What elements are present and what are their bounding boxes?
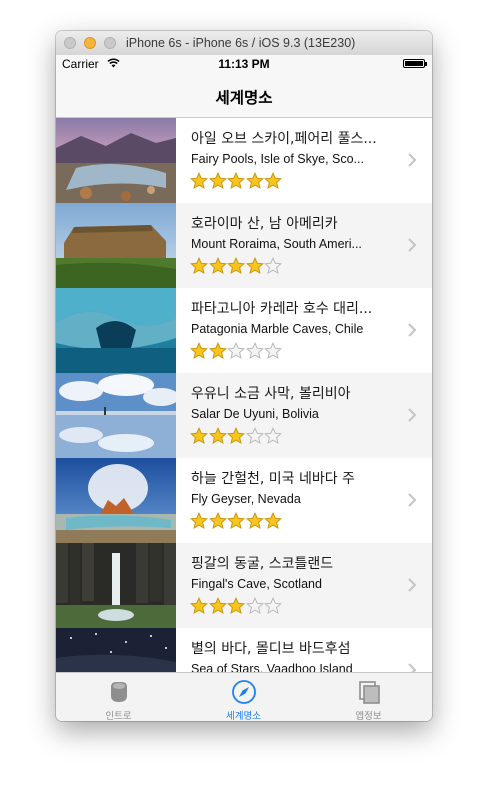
star-filled-icon bbox=[264, 172, 282, 190]
place-title: 아일 오브 스카이,페어리 풀스... bbox=[191, 131, 377, 147]
sea-of-stars-photo bbox=[56, 628, 176, 672]
star-filled-icon bbox=[208, 172, 227, 190]
compass-icon bbox=[232, 680, 256, 704]
list-item[interactable]: 아일 오브 스카이,페어리 풀스... Fairy Pools, Isle of… bbox=[56, 118, 432, 203]
star-filled-icon bbox=[227, 257, 245, 275]
tab-label: 앱정보 bbox=[355, 711, 382, 721]
place-subtitle: Fly Geyser, Nevada bbox=[191, 492, 301, 506]
star-filled-icon bbox=[208, 257, 227, 275]
star-filled-icon bbox=[245, 172, 264, 190]
place-title: 핑갈의 동굴, 스코틀랜드 bbox=[191, 556, 334, 572]
star-empty-icon bbox=[264, 257, 282, 275]
close-window-button[interactable] bbox=[64, 37, 76, 49]
star-filled-icon bbox=[227, 597, 245, 615]
star-filled-icon bbox=[190, 257, 208, 275]
mount-roraima-photo bbox=[56, 203, 176, 288]
window-title: iPhone 6s - iPhone 6s / iOS 9.3 (13E230) bbox=[126, 36, 356, 50]
place-title: 우유니 소금 사막, 볼리비아 bbox=[191, 386, 351, 402]
star-filled-icon bbox=[208, 512, 227, 530]
intro-icon bbox=[111, 682, 127, 702]
star-filled-icon bbox=[208, 427, 227, 445]
fly-geyser-photo bbox=[56, 458, 176, 543]
star-filled-icon bbox=[227, 427, 245, 445]
marble-caves-photo bbox=[56, 288, 176, 373]
star-filled-icon bbox=[227, 512, 245, 530]
star-filled-icon bbox=[190, 342, 208, 360]
nav-title: 세계명소 bbox=[215, 89, 273, 107]
chevron-right-icon bbox=[408, 663, 417, 672]
status-time: 11:13 PM bbox=[218, 57, 270, 71]
star-filled-icon bbox=[190, 172, 208, 190]
star-filled-icon bbox=[190, 512, 208, 530]
list-item[interactable]: 하늘 간헐천, 미국 네바다 주 Fly Geyser, Nevada bbox=[56, 458, 432, 543]
star-empty-icon bbox=[264, 342, 282, 360]
chevron-right-icon bbox=[408, 493, 417, 507]
star-empty-icon bbox=[245, 427, 264, 445]
star-empty-icon bbox=[264, 427, 282, 445]
place-title: 파타고니아 카레라 호수 대리... bbox=[191, 301, 373, 317]
star-empty-icon bbox=[264, 597, 282, 615]
star-filled-icon bbox=[190, 427, 208, 445]
place-subtitle: Fairy Pools, Isle of Skye, Sco... bbox=[191, 152, 364, 166]
list-item[interactable]: 호라이마 산, 남 아메리카 Mount Roraima, South Amer… bbox=[56, 203, 432, 288]
tab-bar: 인트로 세계명소 앱정보 bbox=[56, 672, 432, 721]
place-title: 별의 바다, 몰디브 바드후섬 bbox=[191, 641, 351, 657]
list-item[interactable]: 우유니 소금 사막, 볼리비아 Salar De Uyuni, Bolivia bbox=[56, 373, 432, 458]
fingals-cave-photo bbox=[56, 543, 176, 628]
zoom-window-button[interactable] bbox=[104, 37, 116, 49]
star-empty-icon bbox=[245, 342, 264, 360]
chevron-right-icon bbox=[408, 578, 417, 592]
star-filled-icon bbox=[245, 512, 264, 530]
status-bar: Carrier 11:13 PM bbox=[56, 55, 432, 73]
star-filled-icon bbox=[245, 257, 264, 275]
star-filled-icon bbox=[264, 512, 282, 530]
star-filled-icon bbox=[208, 597, 227, 615]
place-subtitle: Fingal's Cave, Scotland bbox=[191, 577, 322, 591]
salar-de-uyuni-photo bbox=[56, 373, 176, 458]
place-title: 호라이마 산, 남 아메리카 bbox=[191, 216, 338, 232]
window-titlebar: iPhone 6s - iPhone 6s / iOS 9.3 (13E230) bbox=[56, 31, 432, 56]
chevron-right-icon bbox=[408, 323, 417, 337]
place-subtitle: Patagonia Marble Caves, Chile bbox=[191, 322, 364, 336]
places-list[interactable]: 아일 오브 스카이,페어리 풀스... Fairy Pools, Isle of… bbox=[56, 118, 432, 672]
star-filled-icon bbox=[190, 597, 208, 615]
tab-label: 인트로 bbox=[105, 711, 132, 721]
list-item[interactable]: 파타고니아 카레라 호수 대리... Patagonia Marble Cave… bbox=[56, 288, 432, 373]
chevron-right-icon bbox=[408, 153, 417, 167]
list-item[interactable]: 핑갈의 동굴, 스코틀랜드 Fingal's Cave, Scotland bbox=[56, 543, 432, 628]
minimize-window-button[interactable] bbox=[84, 37, 96, 49]
simulator-window: iPhone 6s - iPhone 6s / iOS 9.3 (13E230)… bbox=[56, 31, 432, 721]
tab-label: 세계명소 bbox=[226, 711, 261, 721]
tab-app-info[interactable]: 앱정보 bbox=[306, 673, 431, 721]
place-subtitle: Mount Roraima, South Ameri... bbox=[191, 237, 362, 251]
tab-intro[interactable]: 인트로 bbox=[56, 673, 181, 721]
star-empty-icon bbox=[227, 342, 245, 360]
list-item[interactable]: 별의 바다, 몰디브 바드후섬 Sea of Stars, Vaadhoo Is… bbox=[56, 628, 432, 672]
chevron-right-icon bbox=[408, 238, 417, 252]
battery-icon bbox=[403, 59, 427, 68]
star-empty-icon bbox=[245, 597, 264, 615]
chevron-right-icon bbox=[408, 408, 417, 422]
app-info-icon bbox=[359, 681, 380, 704]
star-filled-icon bbox=[227, 172, 245, 190]
place-title: 하늘 간헐천, 미국 네바다 주 bbox=[191, 471, 355, 487]
tab-places[interactable]: 세계명소 bbox=[181, 673, 306, 721]
place-subtitle: Salar De Uyuni, Bolivia bbox=[191, 407, 319, 421]
place-subtitle: Sea of Stars, Vaadhoo Island bbox=[191, 662, 353, 672]
navigation-bar: 세계명소 bbox=[56, 73, 432, 118]
star-filled-icon bbox=[208, 342, 227, 360]
fairy-pools-photo bbox=[56, 118, 176, 203]
